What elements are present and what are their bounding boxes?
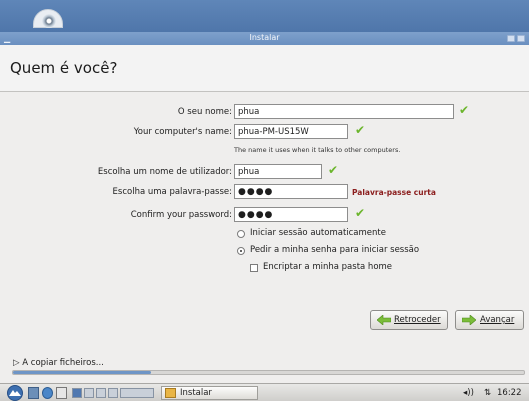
start-menu-icon[interactable] <box>6 385 24 401</box>
workspace-1[interactable] <box>72 388 82 398</box>
taskbar-task-instalar[interactable]: Instalar <box>161 386 258 400</box>
password-field[interactable]: ●●●● <box>234 184 348 199</box>
computer-name-check-icon: ✔ <box>355 123 366 137</box>
network-icon[interactable]: ⇅ <box>484 387 491 399</box>
name-label: O seu nome: <box>177 107 232 117</box>
next-button[interactable]: Avançar <box>455 310 524 330</box>
username-check-icon: ✔ <box>328 163 339 177</box>
password-label: Escolha uma palavra-passe: <box>112 187 232 197</box>
computer-name-hint: The name it uses when it talks to other … <box>234 146 401 154</box>
taskbar: Instalar ◂)) ⇅ 16:22 <box>0 383 529 401</box>
back-button[interactable]: Retroceder <box>370 310 448 330</box>
installer-icon <box>165 388 176 398</box>
progress-expander[interactable]: ▷ A copiar ficheiros... <box>13 358 104 368</box>
desktop-background <box>0 0 529 32</box>
encrypt-home-checkbox[interactable] <box>250 264 258 272</box>
workspace-4[interactable] <box>108 388 118 398</box>
radio-auto-login[interactable] <box>237 230 245 238</box>
progress-label: A copiar ficheiros... <box>22 358 104 368</box>
header-divider <box>0 91 529 92</box>
next-button-label: Avançar <box>480 315 515 325</box>
workspace-pager[interactable] <box>120 388 154 398</box>
page-title: Quem é você? <box>10 59 118 77</box>
speaker-icon[interactable]: ◂)) <box>463 387 474 399</box>
maximize-icon[interactable] <box>517 35 525 42</box>
progress-fill <box>13 371 151 374</box>
back-button-label: Retroceder <box>394 315 441 325</box>
arrow-right-icon <box>462 315 476 325</box>
window-titlebar[interactable]: ▁ Instalar <box>0 32 529 45</box>
workspace-2[interactable] <box>84 388 94 398</box>
browser-icon[interactable] <box>42 387 53 399</box>
login-option-auto-label: Iniciar sessão automaticamente <box>250 228 386 238</box>
file-manager-icon[interactable] <box>28 387 39 399</box>
name-check-icon: ✔ <box>459 103 470 117</box>
confirm-password-field[interactable]: ●●●● <box>234 207 348 222</box>
name-field[interactable]: phua <box>234 104 454 119</box>
computer-name-field[interactable]: phua-PM-US15W <box>234 124 348 139</box>
username-field[interactable]: phua <box>234 164 322 179</box>
password-warning: Palavra-passe curta <box>352 188 436 197</box>
window-title: Instalar <box>249 33 280 42</box>
username-label: Escolha um nome de utilizador: <box>97 167 232 177</box>
show-desktop-icon[interactable] <box>56 387 67 399</box>
minimize-icon[interactable] <box>507 35 515 42</box>
triangle-right-icon: ▷ <box>13 358 20 368</box>
taskbar-task-label: Instalar <box>180 388 212 398</box>
computer-name-label: Your computer's name: <box>133 127 232 137</box>
progress-bar <box>12 370 525 375</box>
login-option-password-label: Pedir a minha senha para iniciar sessão <box>250 245 420 255</box>
encrypt-home-label: Encriptar a minha pasta home <box>263 262 393 272</box>
arrow-left-icon <box>377 315 391 325</box>
workspace-3[interactable] <box>96 388 106 398</box>
clock[interactable]: 16:22 <box>497 387 522 399</box>
confirm-password-label: Confirm your password: <box>130 210 232 220</box>
cd-drive-icon[interactable] <box>33 9 63 28</box>
radio-require-password[interactable] <box>237 247 245 255</box>
confirm-password-check-icon: ✔ <box>355 206 366 220</box>
